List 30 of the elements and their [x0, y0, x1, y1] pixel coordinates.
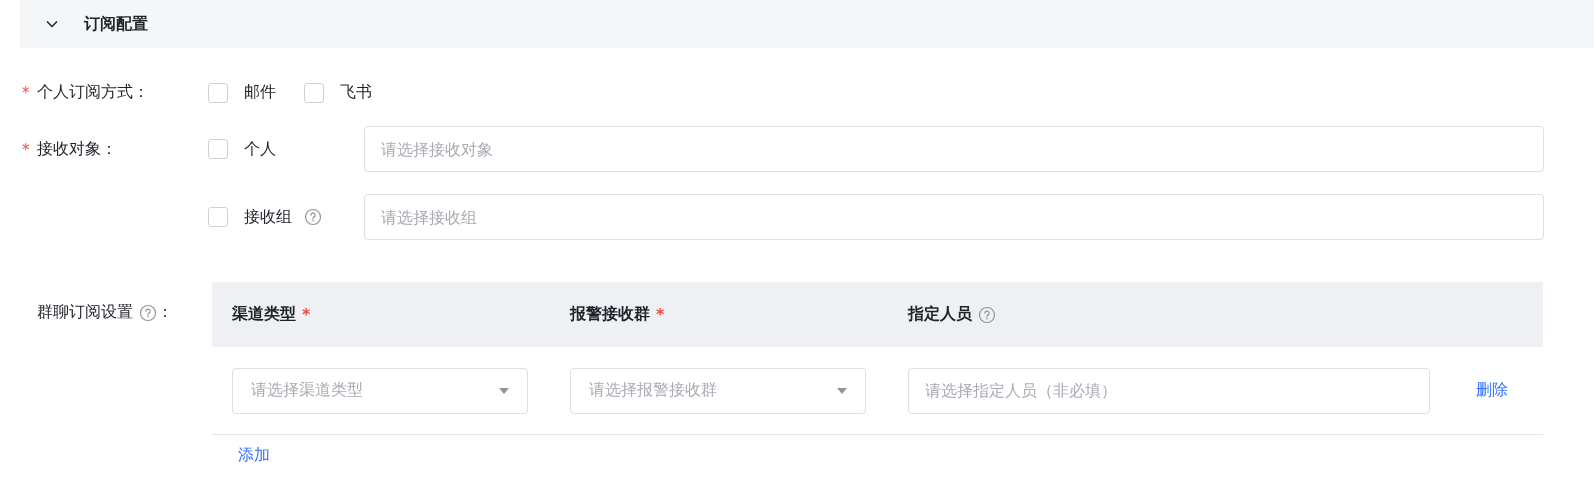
checkbox-label[interactable]: 飞书	[340, 82, 372, 103]
checkbox[interactable]	[304, 82, 324, 103]
input-field[interactable]: 请选择接收对象	[364, 126, 1544, 172]
caret-icon	[837, 387, 847, 394]
label-colon: ：	[101, 139, 117, 160]
required-mark: *	[656, 305, 665, 324]
checkbox-label[interactable]: 邮件	[244, 82, 276, 103]
checkbox-label[interactable]: 个人	[244, 138, 276, 160]
checkbox[interactable]	[208, 82, 228, 103]
required-mark: *	[302, 305, 311, 324]
checkbox-label[interactable]: 接收组	[244, 206, 292, 228]
required-mark: *	[22, 140, 30, 159]
label-colon: ：	[133, 82, 149, 103]
caret-icon	[499, 387, 509, 394]
checkbox[interactable]	[208, 139, 228, 159]
column-title: 指定人员	[908, 304, 972, 325]
column-title: 报警接收群	[570, 304, 650, 325]
delete-link[interactable]: 删除	[1476, 380, 1508, 401]
section-header[interactable]: 订阅配置	[20, 0, 1594, 48]
checkbox[interactable]	[208, 207, 228, 227]
input-field[interactable]: 请选择指定人员（非必填）	[908, 367, 1430, 414]
section-title: 订阅配置	[84, 13, 148, 35]
field-label: 个人订阅方式	[37, 82, 133, 103]
column-title: 渠道类型	[232, 304, 296, 325]
field-label: 接收对象	[37, 139, 101, 160]
label-colon: ：	[157, 302, 173, 323]
field-label: 群聊订阅设置	[37, 302, 133, 323]
required-mark: *	[22, 83, 30, 102]
input-field[interactable]: 请选择接收组	[364, 194, 1544, 240]
add-link[interactable]: 添加	[238, 445, 270, 464]
